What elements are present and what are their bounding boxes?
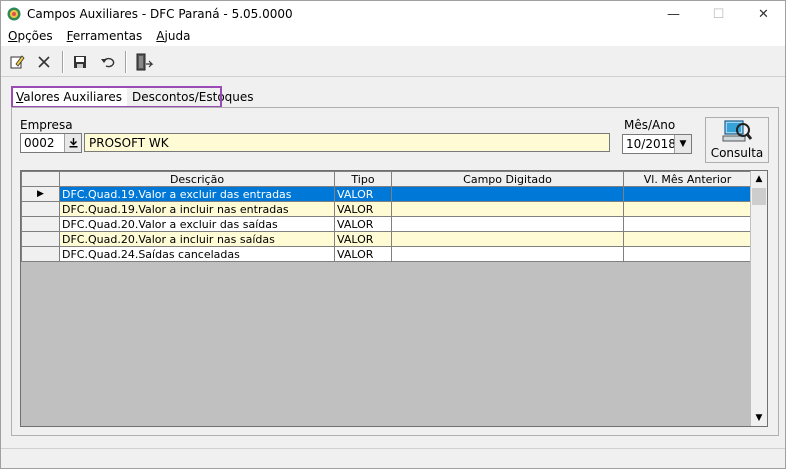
empresa-label: Empresa [20, 118, 73, 132]
menu-ajuda[interactable]: Ajuda [149, 28, 197, 46]
empresa-name-field[interactable]: PROSOFT WK [84, 133, 610, 152]
grid-vertical-scrollbar[interactable]: ▲ ▼ [750, 171, 767, 426]
cell-campo-digitado[interactable] [391, 201, 624, 217]
scroll-up-button[interactable]: ▲ [751, 171, 767, 187]
empresa-code-combo[interactable]: 0002 [20, 133, 82, 153]
mesano-dropdown-button[interactable]: ▼ [674, 135, 691, 153]
tab-valores-auxiliares[interactable]: Valores Auxiliares [11, 88, 128, 108]
save-icon [74, 56, 86, 68]
cell-tipo[interactable]: VALOR [334, 201, 392, 217]
undo-icon [101, 57, 115, 68]
toolbar-separator [62, 51, 64, 73]
tab-descontos-estoques[interactable]: Descontos/Estoques [127, 88, 259, 108]
cell-tipo[interactable]: VALOR [334, 186, 392, 202]
column-header-vl-mes-anterior[interactable]: Vl. Mês Anterior [623, 171, 752, 187]
mesano-value: 10/2018 [626, 137, 676, 151]
close-button[interactable]: ✕ [741, 1, 786, 28]
app-logo-icon [7, 7, 21, 21]
scrollbar-thumb[interactable] [752, 188, 766, 205]
scroll-down-button[interactable]: ▼ [751, 410, 767, 426]
table-row[interactable]: ▶ DFC.Quad.19.Valor a excluir das entrad… [21, 186, 752, 202]
empresa-lookup-button[interactable] [64, 134, 81, 152]
menu-bar: Opções Ferramentas Ajuda [1, 28, 785, 46]
cell-tipo[interactable]: VALOR [334, 246, 392, 262]
cell-tipo[interactable]: VALOR [334, 231, 392, 247]
row-indicator [21, 246, 60, 262]
tab-strip: Valores Auxiliares Descontos/Estoques [11, 87, 259, 109]
save-button[interactable] [69, 51, 91, 73]
exit-icon [136, 53, 154, 71]
table-row[interactable]: DFC.Quad.24.Saídas canceladas VALOR [21, 246, 752, 262]
exit-button[interactable] [133, 51, 155, 73]
cell-campo-digitado[interactable] [391, 186, 624, 202]
status-bar [1, 448, 785, 468]
mesano-label: Mês/Ano [624, 118, 676, 132]
title-bar: Campos Auxiliares - DFC Paraná - 5.05.00… [1, 1, 785, 28]
indicator-header [21, 171, 60, 187]
menu-ferramentas[interactable]: Ferramentas [60, 28, 150, 46]
cell-vl-mes-anterior[interactable] [623, 246, 752, 262]
grid-header-row: Descrição Tipo Campo Digitado Vl. Mês An… [21, 171, 752, 187]
chevron-down-icon: ▼ [679, 139, 687, 149]
cell-tipo[interactable]: VALOR [334, 216, 392, 232]
cell-descricao[interactable]: DFC.Quad.24.Saídas canceladas [59, 246, 335, 262]
consulta-button[interactable]: Consulta [705, 117, 769, 163]
cell-descricao[interactable]: DFC.Quad.20.Valor a incluir nas saídas [59, 231, 335, 247]
cell-descricao[interactable]: DFC.Quad.20.Valor a excluir das saídas [59, 216, 335, 232]
maximize-button[interactable]: ☐ [696, 1, 741, 28]
column-header-campo-digitado[interactable]: Campo Digitado [391, 171, 624, 187]
consulta-label: Consulta [710, 146, 764, 160]
column-header-tipo[interactable]: Tipo [334, 171, 392, 187]
cell-vl-mes-anterior[interactable] [623, 231, 752, 247]
edit-icon [10, 55, 25, 69]
toolbar [1, 47, 785, 77]
empresa-code-value: 0002 [24, 136, 55, 150]
computer-search-icon [722, 120, 752, 142]
menu-opcoes[interactable]: Opções [1, 28, 60, 46]
mesano-select[interactable]: 10/2018 ▼ [622, 134, 692, 154]
cell-campo-digitado[interactable] [391, 231, 624, 247]
column-header-descricao[interactable]: Descrição [59, 171, 335, 187]
delete-icon [38, 56, 50, 68]
minimize-button[interactable]: — [651, 1, 696, 28]
cell-vl-mes-anterior[interactable] [623, 186, 752, 202]
current-row-arrow-icon: ▶ [37, 189, 44, 199]
cell-vl-mes-anterior[interactable] [623, 216, 752, 232]
download-arrow-icon [69, 138, 77, 148]
chevron-up-icon: ▲ [755, 174, 763, 184]
chevron-down-icon: ▼ [755, 413, 763, 423]
table-row[interactable]: DFC.Quad.20.Valor a incluir nas saídas V… [21, 231, 752, 247]
window-title: Campos Auxiliares - DFC Paraná - 5.05.00… [27, 7, 293, 21]
app-window: Campos Auxiliares - DFC Paraná - 5.05.00… [0, 0, 786, 469]
cell-descricao[interactable]: DFC.Quad.19.Valor a excluir das entradas [59, 186, 335, 202]
row-indicator [21, 216, 60, 232]
cell-campo-digitado[interactable] [391, 216, 624, 232]
cell-descricao[interactable]: DFC.Quad.19.Valor a incluir nas entradas [59, 201, 335, 217]
table-row[interactable]: DFC.Quad.20.Valor a excluir das saídas V… [21, 216, 752, 232]
row-indicator: ▶ [21, 186, 60, 202]
delete-button[interactable] [33, 51, 55, 73]
cell-campo-digitado[interactable] [391, 246, 624, 262]
data-grid: Descrição Tipo Campo Digitado Vl. Mês An… [20, 170, 768, 427]
table-row[interactable]: DFC.Quad.19.Valor a incluir nas entradas… [21, 201, 752, 217]
edit-button[interactable] [6, 51, 28, 73]
row-indicator [21, 201, 60, 217]
toolbar-separator [125, 51, 127, 73]
undo-button[interactable] [97, 51, 119, 73]
row-indicator [21, 231, 60, 247]
cell-vl-mes-anterior[interactable] [623, 201, 752, 217]
